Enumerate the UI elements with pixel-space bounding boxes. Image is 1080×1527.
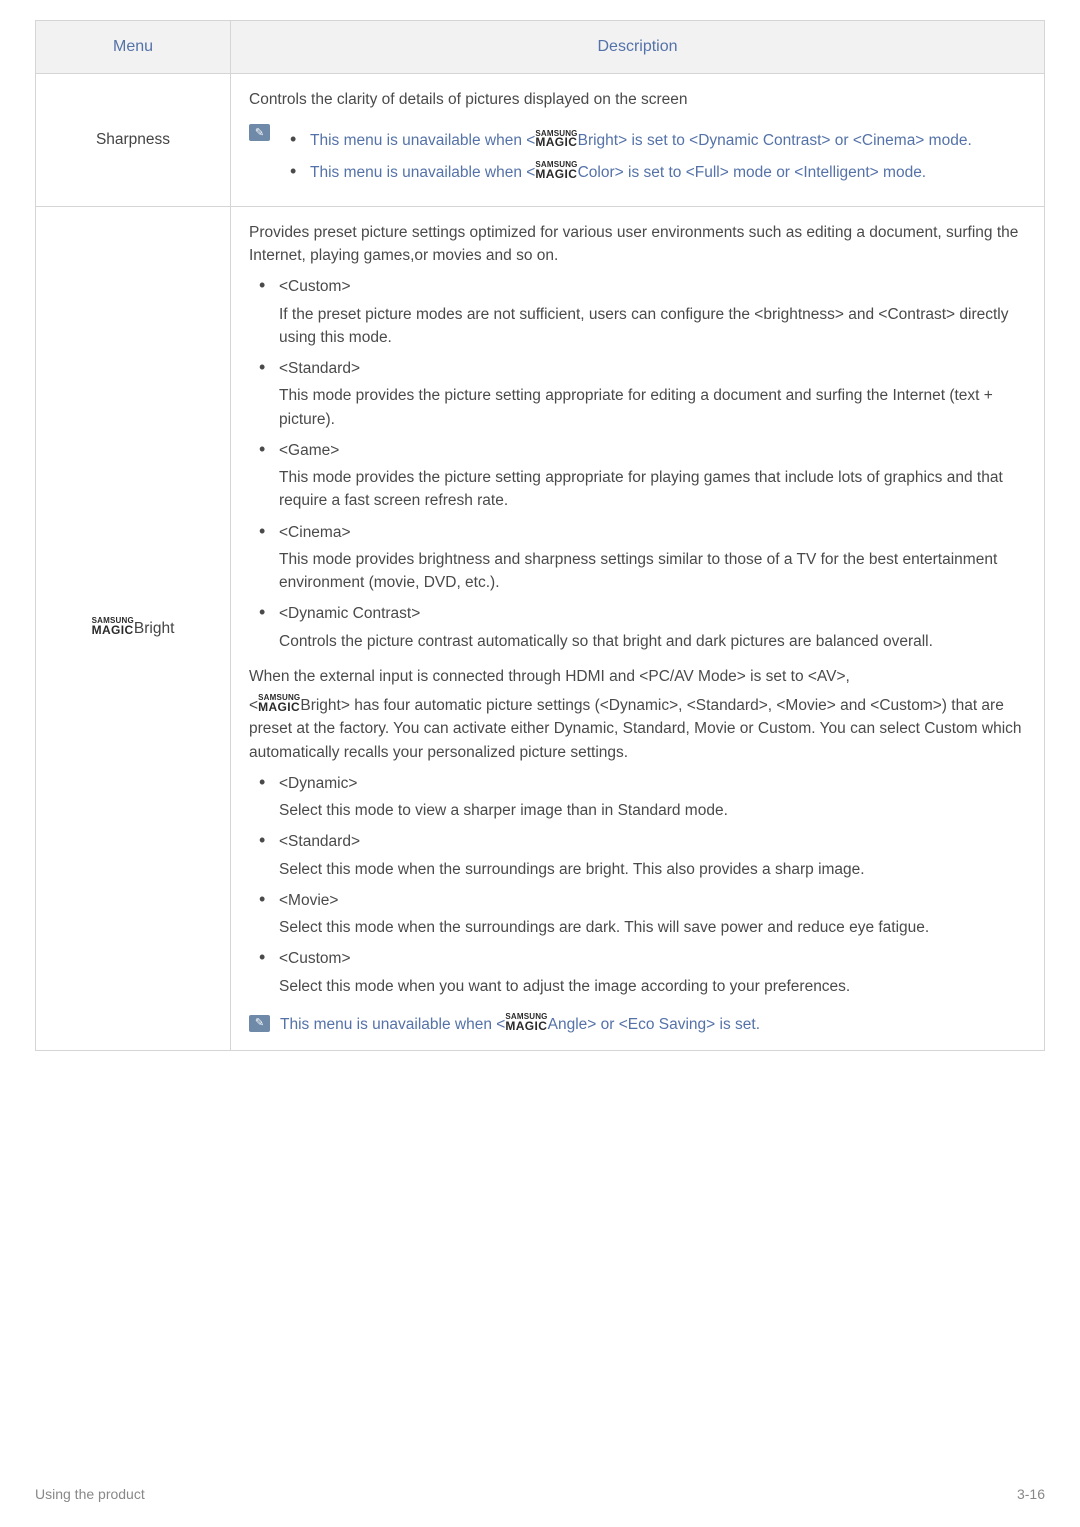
samsung-magic-logo: SAMSUNGMAGIC	[535, 162, 577, 179]
mb-list-2: <Dynamic> Select this mode to view a sha…	[249, 772, 1026, 998]
samsung-magic-logo: SAMSUNGMAGIC	[258, 695, 300, 712]
mb-mid1: When the external input is connected thr…	[249, 665, 1026, 688]
sharpness-intro: Controls the clarity of details of pictu…	[249, 88, 1026, 111]
list-item: <Movie> Select this mode when the surrou…	[259, 889, 1026, 940]
row-sharpness: Sharpness Controls the clarity of detail…	[36, 74, 1045, 207]
list-item: <Dynamic> Select this mode to view a sha…	[259, 772, 1026, 823]
list-item: <Cinema> This mode provides brightness a…	[259, 521, 1026, 595]
list-item: <Standard> This mode provides the pictur…	[259, 357, 1026, 431]
list-item: <Custom> Select this mode when you want …	[259, 947, 1026, 998]
page-footer: Using the product 3-16	[35, 1484, 1045, 1505]
list-item: <Dynamic Contrast> Controls the picture …	[259, 602, 1026, 653]
sharpness-note-2: This menu is unavailable when <SAMSUNGMA…	[290, 161, 1026, 184]
header-description: Description	[231, 21, 1045, 74]
footer-page: 3-16	[1017, 1484, 1045, 1505]
sharpness-note-1: This menu is unavailable when <SAMSUNGMA…	[290, 129, 1026, 152]
label-sharpness: Sharpness	[36, 74, 231, 207]
mb-note: ✎ This menu is unavailable when <SAMSUNG…	[249, 1012, 1026, 1036]
desc-magic-bright: Provides preset picture settings optimiz…	[231, 206, 1045, 1050]
sharpness-note: ✎ This menu is unavailable when <SAMSUNG…	[249, 121, 1026, 192]
mb-mid2: <SAMSUNGMAGICBright> has four automatic …	[249, 694, 1026, 764]
mb-note-text: This menu is unavailable when <SAMSUNGMA…	[280, 1012, 760, 1036]
note-icon: ✎	[249, 1015, 270, 1032]
row-magic-bright: SAMSUNGMAGICBright Provides preset pictu…	[36, 206, 1045, 1050]
note-icon: ✎	[249, 124, 270, 141]
samsung-magic-logo: SAMSUNGMAGIC	[505, 1014, 547, 1031]
samsung-magic-logo: SAMSUNGMAGIC	[92, 618, 134, 635]
settings-table: Menu Description Sharpness Controls the …	[35, 20, 1045, 1051]
footer-title: Using the product	[35, 1484, 145, 1505]
header-menu: Menu	[36, 21, 231, 74]
mb-intro: Provides preset picture settings optimiz…	[249, 221, 1026, 268]
list-item: <Game> This mode provides the picture se…	[259, 439, 1026, 513]
list-item: <Custom> If the preset picture modes are…	[259, 275, 1026, 349]
desc-sharpness: Controls the clarity of details of pictu…	[231, 74, 1045, 207]
label-magic-bright: SAMSUNGMAGICBright	[36, 206, 231, 1050]
mb-list-1: <Custom> If the preset picture modes are…	[249, 275, 1026, 653]
list-item: <Standard> Select this mode when the sur…	[259, 830, 1026, 881]
samsung-magic-logo: SAMSUNGMAGIC	[535, 131, 577, 148]
